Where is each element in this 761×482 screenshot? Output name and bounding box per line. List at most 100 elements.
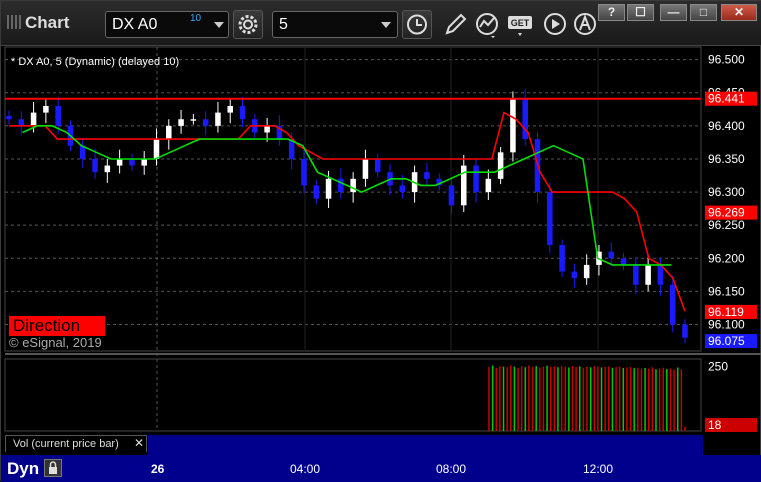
alert-icon[interactable] [571, 10, 599, 39]
candle-body [190, 119, 197, 121]
window-title[interactable]: Chart [7, 13, 69, 33]
price-label-text: 96.075 [708, 334, 745, 348]
candle-body [202, 119, 209, 126]
chart-window: Chart DX A0 10 5 GET ? ☐ — □ ✕ 96.500 96… [0, 0, 761, 482]
y-tick-label: 96.350 [708, 152, 745, 166]
y-tick-label: 96.400 [708, 119, 745, 133]
candle-body [374, 158, 381, 173]
maximize-button[interactable]: □ [690, 4, 717, 21]
x-tick-label: 04:00 [290, 462, 321, 476]
candle-body [116, 158, 123, 166]
candle-body [448, 185, 455, 206]
candle-body [510, 99, 516, 153]
candle-body [153, 139, 160, 159]
y-tick-label: 96.100 [708, 318, 745, 332]
y-tick-label: 96.500 [708, 53, 745, 67]
interval-text: 5 [279, 16, 288, 33]
price-chart[interactable]: 96.50096.45096.40096.35096.30096.25096.2… [1, 46, 761, 455]
volume-pane-tab[interactable]: Vol (current price bar) ✕ [5, 435, 147, 452]
candle-body [399, 185, 406, 193]
direction-label: Direction [9, 316, 105, 336]
candle-body [104, 165, 111, 173]
chevron-down-icon[interactable] [381, 22, 391, 28]
candle-body [166, 125, 172, 140]
volume-pane-label: Vol (current price bar) [13, 438, 119, 450]
candle-body [301, 158, 307, 186]
symbol-delay-badge: 10 [190, 13, 202, 24]
candle-body [141, 158, 147, 166]
candle-body [239, 105, 246, 120]
y-tick-label: 96.150 [708, 284, 745, 298]
close-icon[interactable]: ✕ [134, 436, 144, 450]
candle-body [583, 264, 590, 279]
candle-body [645, 264, 651, 285]
title-bar: Chart DX A0 10 5 GET ? ☐ — □ ✕ [1, 1, 761, 46]
get-icon[interactable]: GET [506, 10, 538, 39]
symbol-text: DX A0 [112, 16, 158, 33]
copyright-text: © eSignal, 2019 [9, 335, 102, 350]
pencil-draw-icon[interactable] [441, 10, 469, 39]
y-tick-label: 96.300 [708, 185, 745, 199]
volume-footer-band [148, 435, 703, 455]
volume-current-text: 18 [708, 418, 722, 432]
x-tick-label: 26 [151, 462, 165, 476]
candle-body [18, 119, 25, 126]
minimize-button[interactable]: — [660, 4, 687, 21]
price-label-text: 96.269 [708, 206, 745, 220]
chevron-down-icon[interactable] [214, 22, 224, 28]
candle-body [338, 178, 344, 193]
close-button[interactable]: ✕ [721, 4, 757, 21]
y-tick-label: 96.250 [708, 218, 745, 232]
candle-body [6, 115, 12, 120]
drag-grip-icon[interactable] [7, 15, 21, 29]
candle-body [362, 158, 369, 179]
study-label: * DX A0, 5 (Dynamic) (delayed 10) [11, 56, 180, 68]
x-tick-label: 12:00 [583, 462, 614, 476]
float-button[interactable]: ☐ [627, 4, 654, 21]
candle-body [682, 324, 688, 338]
candle-body [473, 165, 479, 193]
candle-body [313, 185, 320, 199]
candle-body [30, 112, 37, 126]
interval-select[interactable]: 5 [272, 11, 398, 38]
candle-body [547, 192, 553, 246]
settings-button[interactable] [233, 10, 263, 39]
settings-gear-icon [238, 15, 258, 34]
time-axis-bar[interactable]: Dyn [1, 455, 761, 482]
candle-body [559, 245, 565, 272]
candle-body [669, 284, 676, 325]
candle-body [264, 125, 270, 133]
candle-body [178, 119, 184, 126]
time-button[interactable] [402, 10, 432, 39]
price-label-text: 96.441 [708, 92, 745, 106]
candle-body [485, 178, 492, 193]
price-label-text: 96.119 [708, 305, 744, 319]
y-tick-label: 96.200 [708, 251, 745, 265]
candle-body [129, 158, 135, 166]
candle-body [522, 99, 528, 140]
candle-body [657, 264, 664, 285]
dynamic-mode-label[interactable]: Dyn [7, 459, 39, 479]
candle-body [92, 158, 98, 173]
candle-body [55, 105, 61, 126]
candle-body [497, 152, 504, 179]
clock-icon [407, 14, 427, 35]
candle-body [43, 105, 49, 113]
candle-body [325, 178, 332, 199]
candle-body [424, 172, 430, 179]
candle-body [633, 264, 639, 285]
studies-icon[interactable] [473, 10, 501, 39]
volume-pane [4, 358, 702, 432]
candle-body [571, 271, 578, 279]
x-tick-label: 08:00 [436, 462, 467, 476]
window-title-text: Chart [25, 13, 70, 32]
get-text: GET [511, 18, 530, 28]
symbol-input[interactable]: DX A0 10 [105, 11, 229, 38]
candle-body [215, 112, 221, 126]
candle-body [620, 258, 627, 265]
play-icon[interactable] [541, 10, 569, 39]
volume-axis-label: 250 [708, 360, 728, 374]
lock-icon[interactable] [44, 459, 62, 477]
help-button[interactable]: ? [598, 4, 625, 21]
candle-body [227, 105, 234, 113]
